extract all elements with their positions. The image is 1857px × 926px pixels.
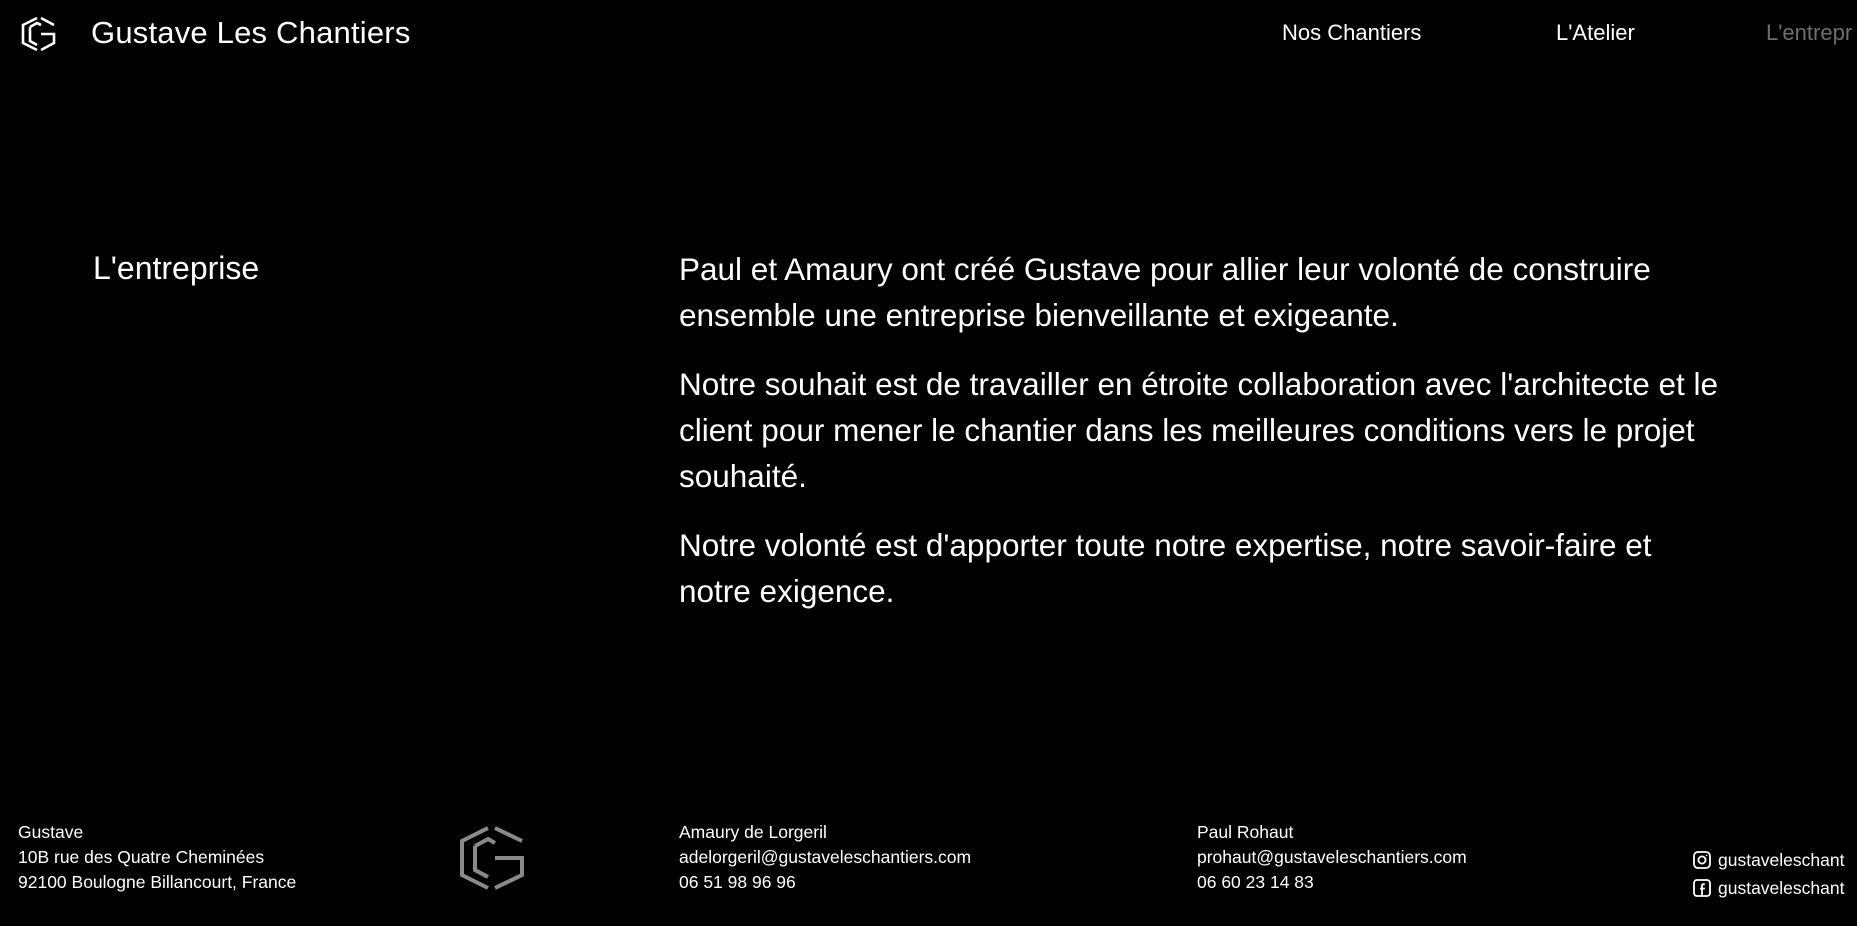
facebook-icon (1693, 879, 1711, 897)
nav-entreprise[interactable]: L'entrepr (1766, 18, 1852, 48)
footer-contact-amaury: Amaury de Lorgeril adelorgeril@gustavele… (679, 820, 971, 895)
company-street: 10B rue des Quatre Cheminées (18, 847, 265, 867)
footer-contact-paul: Paul Rohaut prohaut@gustaveleschantiers.… (1197, 820, 1467, 895)
contact-name: Paul Rohaut (1197, 822, 1294, 842)
contact-email-link[interactable]: adelorgeril@gustaveleschantiers.com (679, 845, 971, 870)
footer-logo-icon (452, 824, 530, 892)
company-name: Gustave (18, 822, 84, 842)
about-paragraph: Notre volonté est d'apporter toute notre… (679, 527, 1652, 609)
facebook-handle: gustaveleschant (1718, 878, 1845, 898)
contact-phone-link[interactable]: 06 60 23 14 83 (1197, 870, 1467, 895)
facebook-link[interactable]: gustaveleschant (1692, 874, 1844, 902)
footer-address: Gustave 10B rue des Quatre Cheminées 921… (18, 820, 296, 895)
page: Gustave Les Chantiers Nos Chantiers L'At… (0, 0, 1857, 926)
company-city: 92100 Boulogne Billancourt, France (18, 872, 297, 892)
about-content: Paul et Amaury ont créé Gustave pour all… (679, 246, 1729, 637)
logo-mark-icon[interactable] (17, 15, 59, 53)
contact-phone-link[interactable]: 06 51 98 96 96 (679, 870, 971, 895)
contact-email-link[interactable]: prohaut@gustaveleschantiers.com (1197, 845, 1467, 870)
instagram-handle: gustaveleschant (1718, 850, 1845, 870)
contact-name: Amaury de Lorgeril (679, 822, 827, 842)
brand-name[interactable]: Gustave Les Chantiers (91, 12, 411, 54)
section-title: L'entreprise (93, 250, 260, 286)
footer-social: gustaveleschant gustaveleschant (1692, 846, 1844, 902)
nav-atelier[interactable]: L'Atelier (1556, 18, 1635, 48)
instagram-icon (1693, 851, 1711, 869)
about-paragraph: Paul et Amaury ont créé Gustave pour all… (679, 251, 1651, 333)
site-header: Gustave Les Chantiers Nos Chantiers L'At… (0, 0, 1857, 66)
about-paragraph: Notre souhait est de travailler en étroi… (679, 366, 1719, 494)
nav-nos-chantiers[interactable]: Nos Chantiers (1282, 18, 1421, 48)
instagram-link[interactable]: gustaveleschant (1692, 846, 1844, 874)
